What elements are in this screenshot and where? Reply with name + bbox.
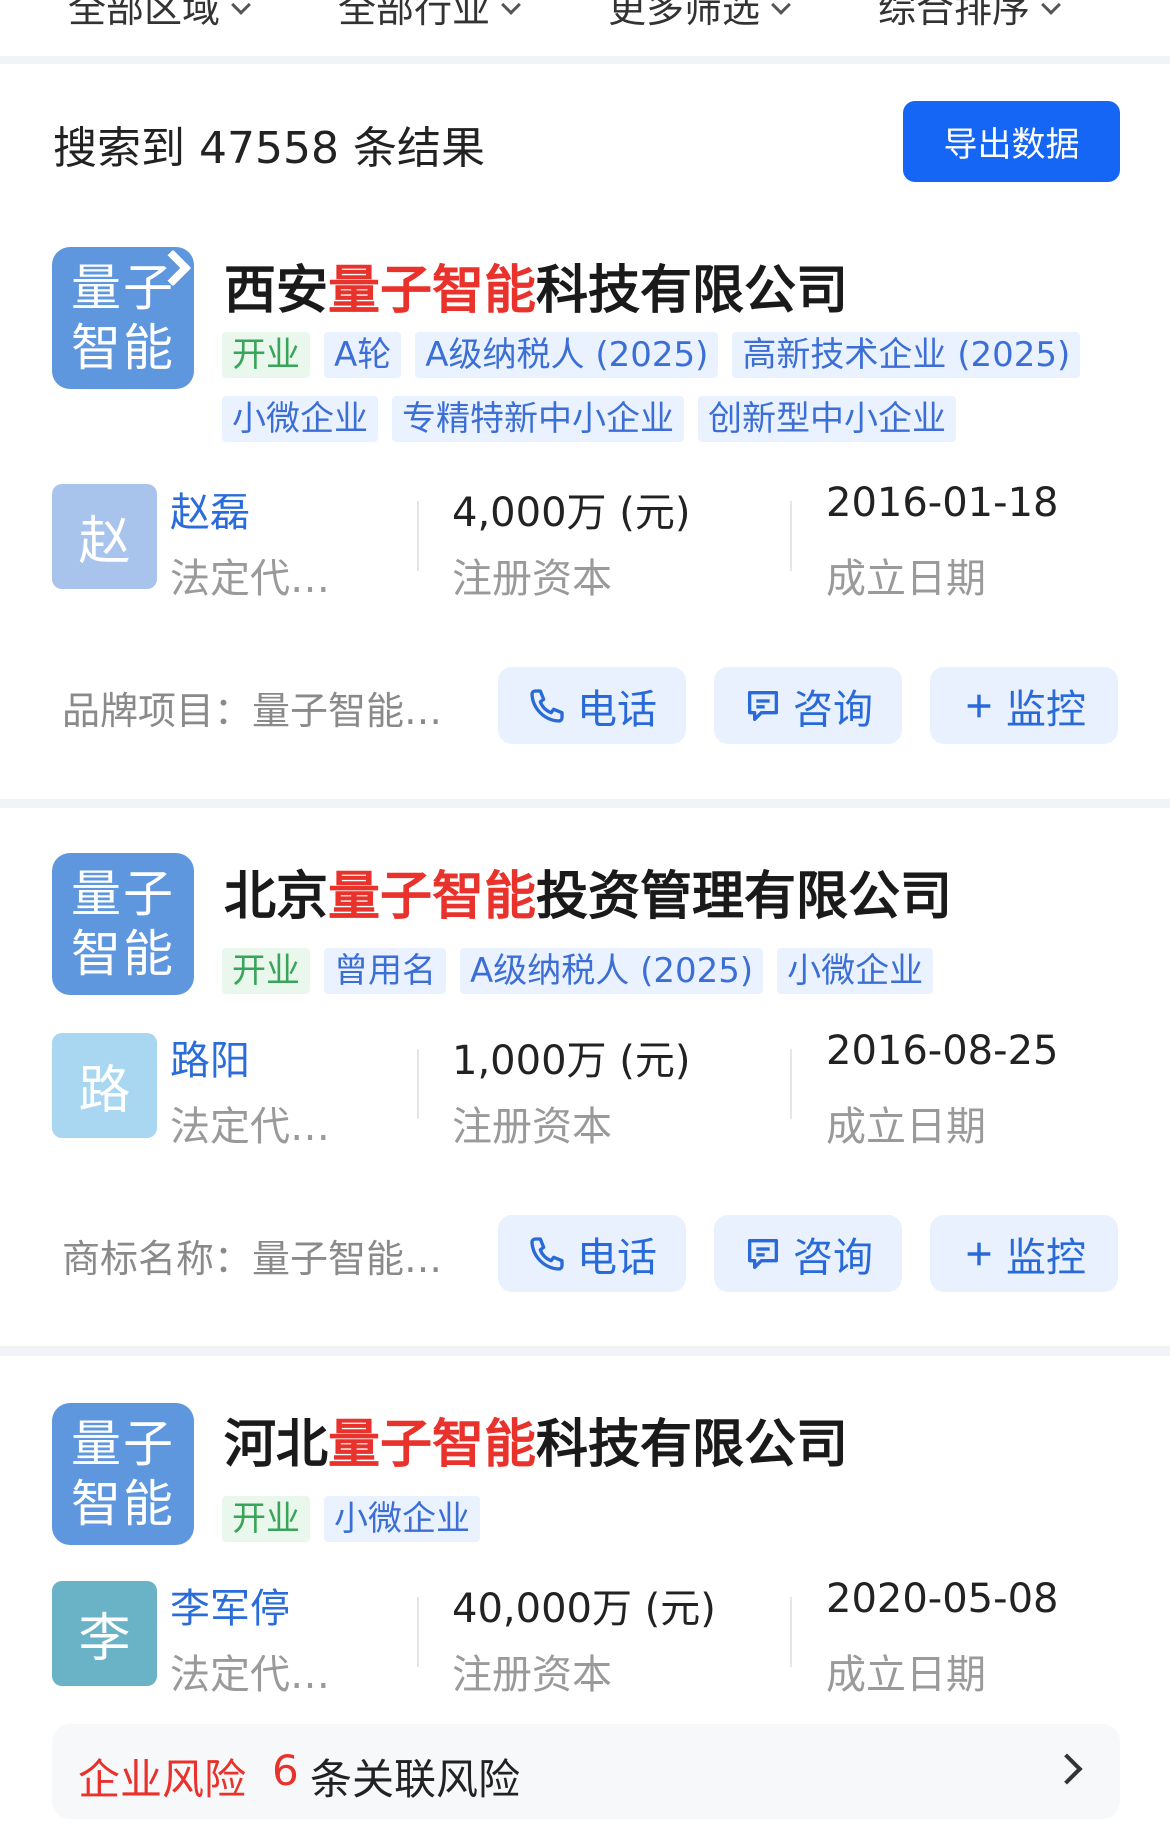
- company-name[interactable]: 北京量子智能投资管理有限公司: [224, 854, 952, 929]
- registered-capital-label: 注册资本: [452, 1104, 612, 1150]
- filter-industry-label: 全部行业: [338, 0, 491, 31]
- status-tag: 开业: [222, 1496, 310, 1542]
- risk-count: 6: [272, 1746, 299, 1795]
- monitor-button[interactable]: 监控: [930, 667, 1118, 744]
- tag: 小微企业: [222, 396, 378, 442]
- status-tag: 开业: [222, 948, 310, 994]
- legal-rep-label: 法定代…: [170, 556, 330, 602]
- filter-industry[interactable]: 全部行业: [338, 0, 521, 33]
- phone-button-label: 电话: [577, 1234, 657, 1281]
- company-name[interactable]: 河北量子智能科技有限公司: [224, 1402, 848, 1477]
- registered-capital-label: 注册资本: [452, 1652, 612, 1698]
- establish-date-label: 成立日期: [826, 1104, 986, 1150]
- registered-capital: 1,000万 (元): [452, 1038, 691, 1084]
- tag: 高新技术企业 (2025): [732, 332, 1081, 378]
- divider: [790, 501, 792, 571]
- tag: 创新型中小企业: [698, 396, 956, 442]
- filter-bar: 全部区域 全部行业 更多筛选 综合排序: [0, 0, 1170, 56]
- company-logo: 量子 智能: [52, 247, 194, 389]
- company-name[interactable]: 西安量子智能科技有限公司: [224, 248, 848, 323]
- tag-list: 开业 A轮 A级纳税人 (2025) 高新技术企业 (2025) 小微企业 专精…: [222, 332, 1122, 442]
- tag: 小微企业: [777, 948, 934, 994]
- filter-region-label: 全部区域: [68, 0, 221, 31]
- consult-button[interactable]: 咨询: [714, 1215, 902, 1292]
- chevron-down-icon: [1041, 0, 1061, 15]
- risk-text: 条关联风险: [310, 1755, 521, 1804]
- avatar: 路: [52, 1033, 157, 1138]
- consult-button[interactable]: 咨询: [714, 667, 902, 744]
- filter-more-label: 更多筛选: [608, 0, 761, 31]
- legal-rep-name[interactable]: 赵磊: [170, 480, 250, 538]
- tag: A级纳税人 (2025): [415, 332, 719, 378]
- phone-button[interactable]: 电话: [498, 667, 686, 744]
- risk-title: 企业风险: [78, 1755, 247, 1804]
- divider: [417, 1597, 419, 1667]
- tag: 小微企业: [324, 1496, 480, 1542]
- company-card-2[interactable]: 量子 智能 北京量子智能投资管理有限公司 开业 曾用名 A级纳税人 (2025) …: [0, 808, 1170, 1346]
- tag-list: 开业 小微企业: [222, 1496, 1122, 1542]
- plus-icon: [967, 1242, 991, 1265]
- phone-button[interactable]: 电话: [498, 1215, 686, 1292]
- filter-sort-label: 综合排序: [878, 0, 1031, 31]
- establish-date: 2016-08-25: [826, 1028, 1059, 1074]
- tag-list: 开业 曾用名 A级纳税人 (2025) 小微企业: [222, 948, 1122, 994]
- trademark-name: 商标名称：量子智能…: [62, 1237, 443, 1281]
- avatar: 赵: [52, 484, 157, 589]
- tag: 专精特新中小企业: [392, 396, 684, 442]
- company-logo: 量子 智能: [52, 1403, 194, 1545]
- establish-date: 2016-01-18: [826, 480, 1059, 526]
- legal-rep-name[interactable]: 路阳: [170, 1028, 250, 1086]
- tag: A级纳税人 (2025): [460, 948, 764, 994]
- establish-date-label: 成立日期: [826, 1652, 986, 1698]
- filter-more[interactable]: 更多筛选: [608, 0, 791, 33]
- registered-capital: 40,000万 (元): [452, 1586, 716, 1632]
- tag: 曾用名: [324, 948, 446, 994]
- divider: [417, 501, 419, 571]
- plus-icon: [967, 694, 991, 717]
- establish-date: 2020-05-08: [826, 1576, 1059, 1622]
- divider: [417, 1049, 419, 1119]
- legal-rep-name[interactable]: 李军停: [170, 1576, 290, 1634]
- establish-date-label: 成立日期: [826, 556, 986, 602]
- monitor-button[interactable]: 监控: [930, 1215, 1118, 1292]
- brand-project: 品牌项目：量子智能…: [62, 689, 443, 733]
- legal-rep-label: 法定代…: [170, 1652, 330, 1698]
- filter-region[interactable]: 全部区域: [68, 0, 251, 33]
- company-logo: 量子 智能: [52, 853, 194, 995]
- registered-capital: 4,000万 (元): [452, 490, 691, 536]
- export-button[interactable]: 导出数据: [903, 101, 1120, 182]
- chevron-down-icon: [771, 0, 791, 15]
- divider: [790, 1597, 792, 1667]
- status-tag: 开业: [222, 332, 310, 378]
- registered-capital-label: 注册资本: [452, 556, 612, 602]
- chat-icon: [748, 1238, 778, 1269]
- consult-button-label: 咨询: [793, 1234, 873, 1281]
- result-count: 搜索到 47558 条结果: [53, 123, 485, 174]
- chevron-down-icon: [501, 0, 521, 15]
- phone-icon: [530, 1236, 564, 1271]
- tag: A轮: [324, 332, 402, 378]
- divider: [790, 1049, 792, 1119]
- filter-sort[interactable]: 综合排序: [878, 0, 1061, 33]
- legal-rep-label: 法定代…: [170, 1104, 330, 1150]
- monitor-button-label: 监控: [1006, 686, 1086, 733]
- phone-icon: [530, 688, 564, 723]
- chevron-right-icon: [1051, 1753, 1083, 1785]
- company-card-1[interactable]: 搜索到 47558 条结果 导出数据 量子 智能 西安量子智能科技有限公司 开业 …: [0, 64, 1170, 799]
- risk-bar[interactable]: 企业风险 6 条关联风险: [52, 1724, 1120, 1819]
- consult-button-label: 咨询: [793, 686, 873, 733]
- avatar: 李: [52, 1581, 157, 1686]
- phone-button-label: 电话: [577, 686, 657, 733]
- monitor-button-label: 监控: [1006, 1234, 1086, 1281]
- chevron-down-icon: [231, 0, 251, 15]
- chat-icon: [748, 690, 778, 721]
